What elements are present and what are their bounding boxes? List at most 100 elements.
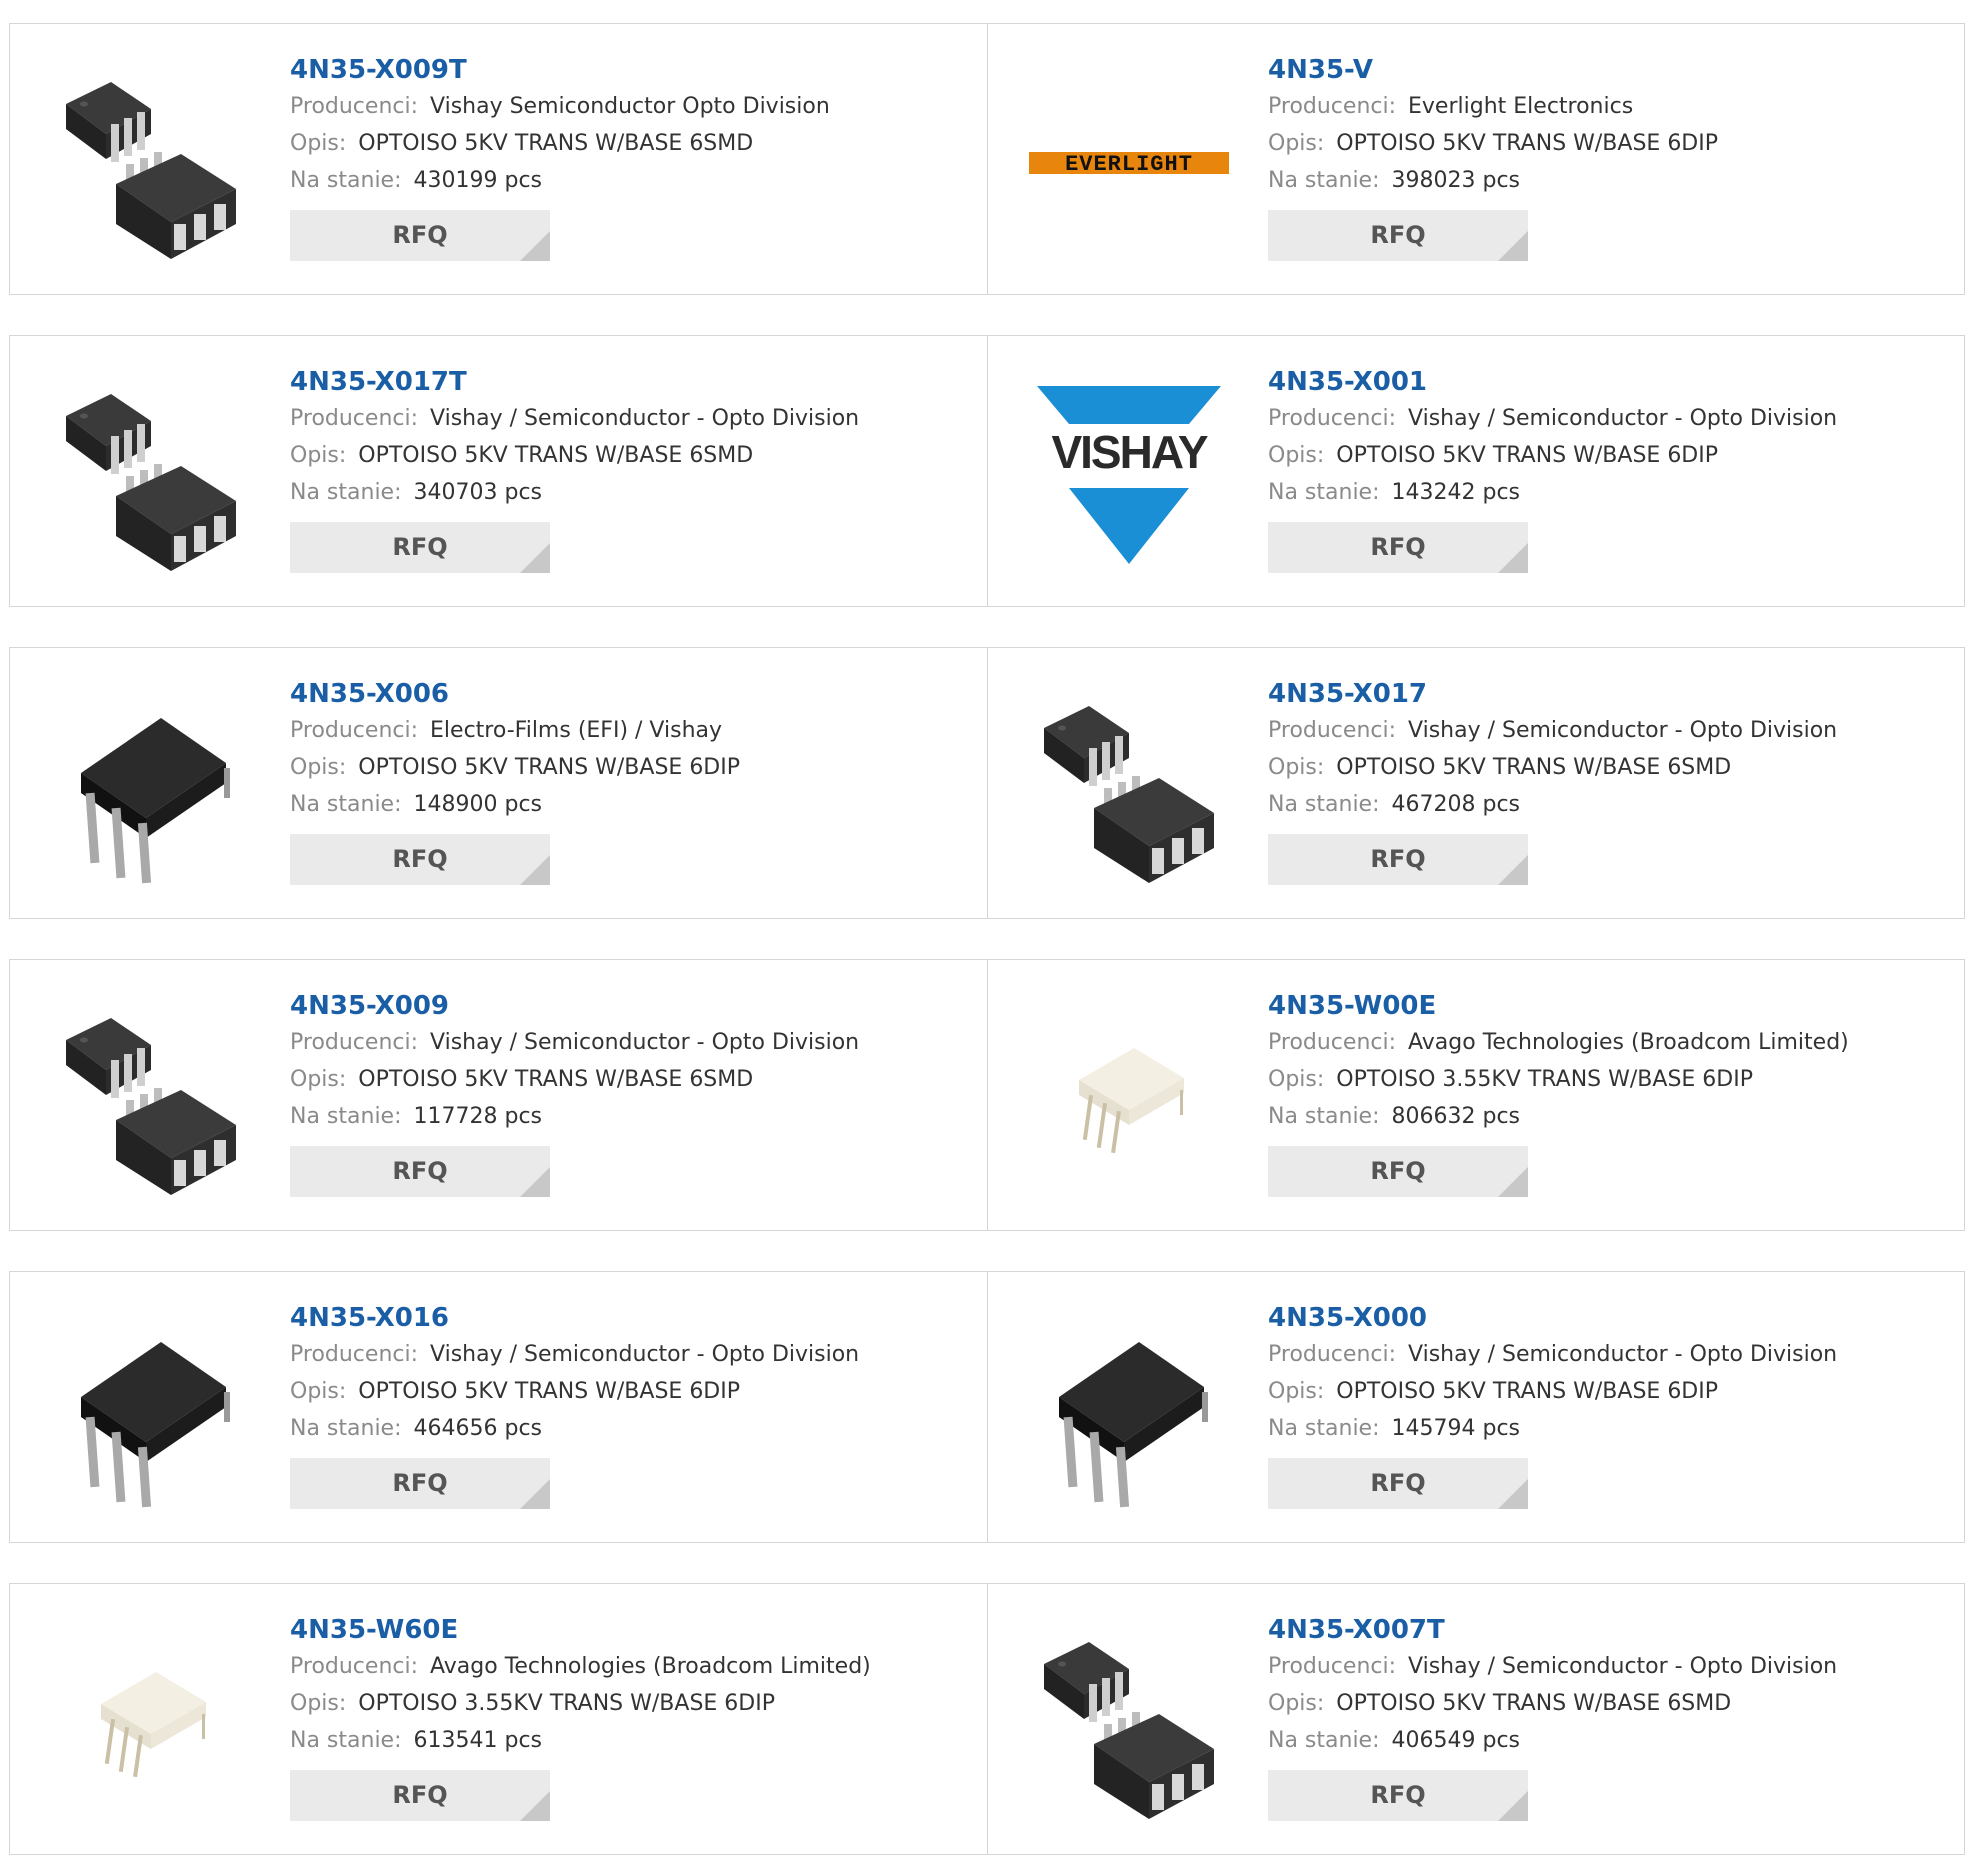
manufacturer-line: Producenci: Vishay / Semiconductor - Opto… bbox=[1268, 400, 1837, 437]
description-line: Opis: OPTOISO 3.55KV TRANS W/BASE 6DIP bbox=[1268, 1061, 1849, 1098]
description-label: Opis: bbox=[290, 1379, 347, 1404]
rfq-button-label: RFQ bbox=[1370, 845, 1426, 873]
product-image[interactable] bbox=[1029, 1000, 1229, 1200]
rfq-button[interactable]: RFQ bbox=[1268, 1458, 1528, 1509]
manufacturer-line: Producenci: Avago Technologies (Broadcom … bbox=[290, 1648, 871, 1685]
description-line: Opis: OPTOISO 5KV TRANS W/BASE 6SMD bbox=[290, 1061, 859, 1098]
manufacturer-label: Producenci: bbox=[1268, 406, 1397, 431]
product-image[interactable] bbox=[1029, 1312, 1229, 1512]
rfq-button-label: RFQ bbox=[392, 1469, 448, 1497]
rfq-button[interactable]: RFQ bbox=[1268, 1146, 1528, 1197]
product-image[interactable] bbox=[51, 376, 251, 576]
manufacturer-line: Producenci: Vishay / Semiconductor - Opto… bbox=[1268, 1336, 1837, 1373]
stock-label: Na stanie: bbox=[290, 1416, 402, 1441]
manufacturer-value: Vishay / Semiconductor - Opto Division bbox=[1408, 1654, 1838, 1679]
product-image[interactable] bbox=[51, 1624, 251, 1824]
part-number-link[interactable]: 4N35-X009 bbox=[290, 988, 859, 1024]
rfq-button[interactable]: RFQ bbox=[1268, 210, 1528, 261]
product-image[interactable]: VISHAY bbox=[1029, 376, 1229, 576]
product-info: 4N35-X017T Producenci: Vishay / Semicondu… bbox=[290, 364, 859, 573]
product-image[interactable] bbox=[51, 688, 251, 888]
description-line: Opis: OPTOISO 3.55KV TRANS W/BASE 6DIP bbox=[290, 1685, 871, 1722]
rfq-button-label: RFQ bbox=[392, 845, 448, 873]
manufacturer-value: Electro-Films (EFI) / Vishay bbox=[430, 718, 723, 743]
part-number-link[interactable]: 4N35-W60E bbox=[290, 1612, 871, 1648]
product-card: 4N35-X009T Producenci: Vishay Semiconduct… bbox=[10, 24, 988, 294]
description-label: Opis: bbox=[1268, 131, 1325, 156]
description-label: Opis: bbox=[1268, 443, 1325, 468]
description-value: OPTOISO 5KV TRANS W/BASE 6SMD bbox=[358, 131, 754, 156]
part-number-link[interactable]: 4N35-X009T bbox=[290, 52, 830, 88]
rfq-button[interactable]: RFQ bbox=[290, 210, 550, 261]
part-number-link[interactable]: 4N35-X001 bbox=[1268, 364, 1837, 400]
product-image[interactable] bbox=[51, 1312, 251, 1512]
rfq-button[interactable]: RFQ bbox=[290, 1146, 550, 1197]
stock-label: Na stanie: bbox=[1268, 1104, 1380, 1129]
part-number-link[interactable]: 4N35-X017 bbox=[1268, 676, 1837, 712]
description-line: Opis: OPTOISO 5KV TRANS W/BASE 6DIP bbox=[290, 749, 740, 786]
rfq-button-label: RFQ bbox=[1370, 1157, 1426, 1185]
description-value: OPTOISO 5KV TRANS W/BASE 6SMD bbox=[358, 443, 754, 468]
rfq-button[interactable]: RFQ bbox=[290, 834, 550, 885]
stock-line: Na stanie: 430199 pcs bbox=[290, 162, 830, 199]
stock-label: Na stanie: bbox=[1268, 1728, 1380, 1753]
part-number-link[interactable]: 4N35-X000 bbox=[1268, 1300, 1837, 1336]
description-label: Opis: bbox=[290, 1067, 347, 1092]
stock-value: 340703 pcs bbox=[413, 480, 543, 505]
part-number-link[interactable]: 4N35-W00E bbox=[1268, 988, 1849, 1024]
part-number-link[interactable]: 4N35-X006 bbox=[290, 676, 740, 712]
stock-value: 117728 pcs bbox=[413, 1104, 543, 1129]
manufacturer-label: Producenci: bbox=[1268, 94, 1397, 119]
product-row: 4N35-X006 Producenci: Electro-Films (EFI)… bbox=[9, 647, 1965, 919]
product-row: 4N35-X016 Producenci: Vishay / Semiconduc… bbox=[9, 1271, 1965, 1543]
product-info: 4N35-X001 Producenci: Vishay / Semiconduc… bbox=[1268, 364, 1837, 573]
description-value: OPTOISO 5KV TRANS W/BASE 6SMD bbox=[1336, 755, 1732, 780]
stock-value: 467208 pcs bbox=[1391, 792, 1521, 817]
product-info: 4N35-X007T Producenci: Vishay / Semicondu… bbox=[1268, 1612, 1837, 1821]
product-image[interactable]: EVERLIGHT bbox=[1029, 64, 1229, 264]
rfq-button-label: RFQ bbox=[1370, 1781, 1426, 1809]
manufacturer-line: Producenci: Vishay / Semiconductor - Opto… bbox=[290, 1336, 859, 1373]
product-image[interactable] bbox=[1029, 1624, 1229, 1824]
rfq-button[interactable]: RFQ bbox=[290, 1458, 550, 1509]
product-image[interactable] bbox=[51, 64, 251, 264]
rfq-button[interactable]: RFQ bbox=[290, 522, 550, 573]
product-image[interactable] bbox=[1029, 688, 1229, 888]
part-number-link[interactable]: 4N35-X016 bbox=[290, 1300, 859, 1336]
stock-line: Na stanie: 406549 pcs bbox=[1268, 1722, 1837, 1759]
description-line: Opis: OPTOISO 5KV TRANS W/BASE 6SMD bbox=[290, 437, 859, 474]
everlight-logo-text: EVERLIGHT bbox=[1065, 152, 1193, 177]
product-card: EVERLIGHT 4N35-V Producenci: Everlight El… bbox=[988, 24, 1965, 294]
part-number-link[interactable]: 4N35-X017T bbox=[290, 364, 859, 400]
manufacturer-line: Producenci: Avago Technologies (Broadcom … bbox=[1268, 1024, 1849, 1061]
corner-triangle-icon bbox=[520, 1167, 550, 1197]
stock-label: Na stanie: bbox=[290, 168, 402, 193]
rfq-button-label: RFQ bbox=[392, 1157, 448, 1185]
rfq-button[interactable]: RFQ bbox=[1268, 834, 1528, 885]
stock-value: 148900 pcs bbox=[413, 792, 543, 817]
product-image[interactable] bbox=[51, 1000, 251, 1200]
description-line: Opis: OPTOISO 5KV TRANS W/BASE 6SMD bbox=[1268, 749, 1837, 786]
manufacturer-label: Producenci: bbox=[1268, 1030, 1397, 1055]
product-row: 4N35-X009T Producenci: Vishay Semiconduct… bbox=[9, 23, 1965, 295]
part-number-link[interactable]: 4N35-V bbox=[1268, 52, 1718, 88]
description-value: OPTOISO 5KV TRANS W/BASE 6SMD bbox=[358, 1067, 754, 1092]
stock-line: Na stanie: 398023 pcs bbox=[1268, 162, 1718, 199]
part-number-link[interactable]: 4N35-X007T bbox=[1268, 1612, 1837, 1648]
stock-label: Na stanie: bbox=[290, 1728, 402, 1753]
description-line: Opis: OPTOISO 5KV TRANS W/BASE 6SMD bbox=[290, 125, 830, 162]
rfq-button[interactable]: RFQ bbox=[290, 1770, 550, 1821]
rfq-button-label: RFQ bbox=[1370, 221, 1426, 249]
product-info: 4N35-X006 Producenci: Electro-Films (EFI)… bbox=[290, 676, 740, 885]
manufacturer-label: Producenci: bbox=[290, 94, 419, 119]
description-value: OPTOISO 5KV TRANS W/BASE 6DIP bbox=[358, 1379, 741, 1404]
manufacturer-line: Producenci: Electro-Films (EFI) / Vishay bbox=[290, 712, 740, 749]
rfq-button-label: RFQ bbox=[392, 221, 448, 249]
rfq-button[interactable]: RFQ bbox=[1268, 522, 1528, 573]
description-line: Opis: OPTOISO 5KV TRANS W/BASE 6DIP bbox=[290, 1373, 859, 1410]
rfq-button[interactable]: RFQ bbox=[1268, 1770, 1528, 1821]
stock-line: Na stanie: 806632 pcs bbox=[1268, 1098, 1849, 1135]
corner-triangle-icon bbox=[520, 855, 550, 885]
stock-value: 406549 pcs bbox=[1391, 1728, 1521, 1753]
stock-line: Na stanie: 117728 pcs bbox=[290, 1098, 859, 1135]
